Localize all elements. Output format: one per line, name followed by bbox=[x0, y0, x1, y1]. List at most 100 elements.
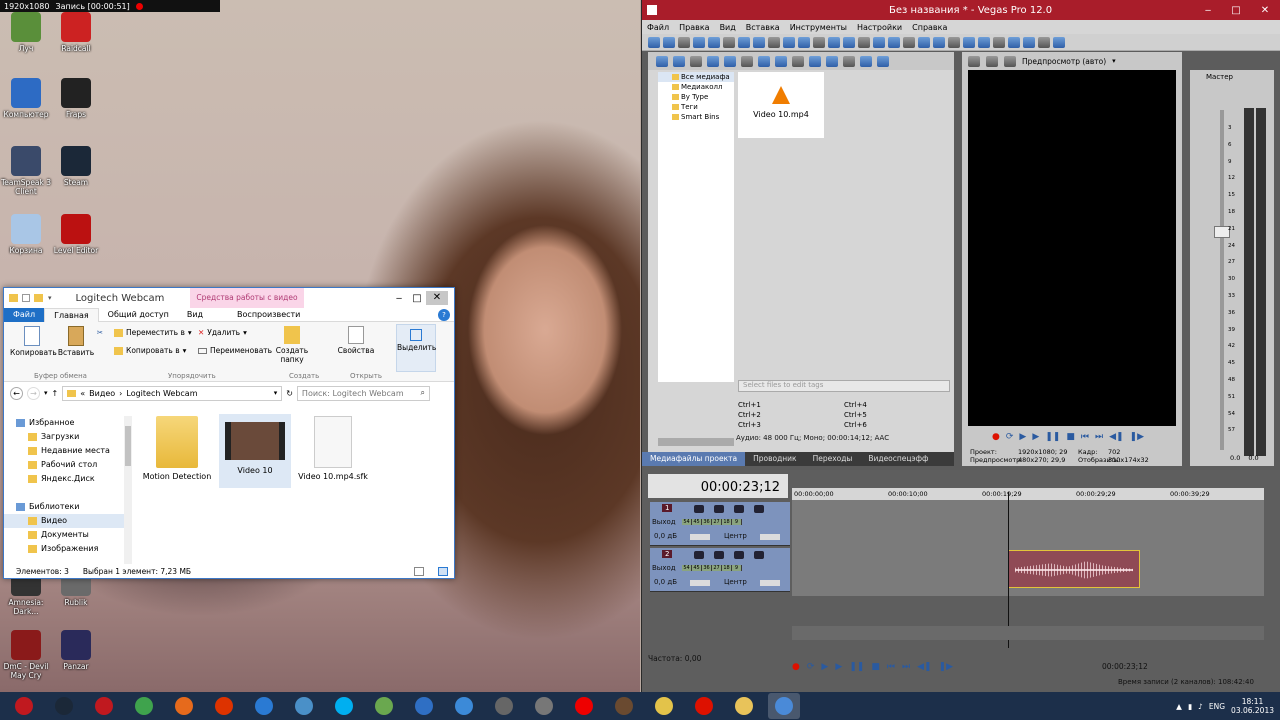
paste-button[interactable]: Вставить bbox=[56, 326, 96, 357]
desktop-icon[interactable]: Луч bbox=[0, 12, 52, 53]
desktop-icon[interactable]: Level Editor bbox=[50, 214, 102, 255]
help-icon[interactable]: ? bbox=[438, 308, 450, 321]
fx-icon[interactable] bbox=[734, 551, 744, 559]
track-pan-value[interactable]: Центр bbox=[724, 578, 747, 586]
media-tree-item[interactable]: Все медиафа bbox=[658, 72, 734, 82]
nav-item[interactable]: Загрузки bbox=[4, 430, 132, 444]
select-button[interactable]: Выделить bbox=[396, 324, 436, 372]
overlays-icon[interactable] bbox=[1004, 55, 1016, 67]
solo-icon[interactable] bbox=[714, 505, 724, 513]
main-tool-icon[interactable] bbox=[1038, 36, 1050, 48]
menu-help[interactable]: Справка bbox=[907, 23, 952, 32]
taskbar-app[interactable] bbox=[168, 693, 200, 719]
shortcut-key[interactable]: Ctrl+6 bbox=[844, 420, 950, 430]
explorer-window[interactable]: ▾ Logitech Webcam Средства работы с виде… bbox=[3, 287, 455, 579]
taskbar-app[interactable] bbox=[48, 693, 80, 719]
menu-view[interactable]: Вид bbox=[715, 23, 741, 32]
taskbar-app[interactable] bbox=[208, 693, 240, 719]
main-tool-icon[interactable] bbox=[978, 36, 990, 48]
main-tool-icon[interactable] bbox=[858, 36, 870, 48]
media-tool-icon[interactable] bbox=[809, 55, 821, 67]
taskbar-app[interactable] bbox=[768, 693, 800, 719]
media-tool-icon[interactable] bbox=[792, 55, 804, 67]
minimize-icon[interactable]: ‒ bbox=[1194, 5, 1222, 16]
forward-icon[interactable]: → bbox=[27, 386, 40, 400]
taskbar-app[interactable] bbox=[408, 693, 440, 719]
file-item-selected[interactable]: Video 10 bbox=[219, 414, 291, 488]
media-file-item[interactable]: Video 10.mp4 bbox=[738, 72, 824, 138]
mute-icon[interactable] bbox=[694, 505, 704, 513]
tray-arrow-icon[interactable]: ▲ bbox=[1176, 702, 1182, 711]
chevron-down-icon[interactable]: ▾ bbox=[48, 294, 52, 302]
menu-edit[interactable]: Правка bbox=[674, 23, 714, 32]
taskbar-app[interactable] bbox=[648, 693, 680, 719]
nav-item[interactable]: Рабочий стол bbox=[4, 458, 132, 472]
tab-transitions[interactable]: Переходы bbox=[805, 452, 861, 466]
pause-icon[interactable]: ❚❚ bbox=[849, 662, 864, 672]
media-tool-icon[interactable] bbox=[775, 55, 787, 67]
next-frame-icon[interactable]: ❚▶ bbox=[1130, 432, 1144, 442]
desktop-icon[interactable]: Fraps bbox=[50, 78, 102, 119]
main-tool-icon[interactable] bbox=[828, 36, 840, 48]
track-pan-value[interactable]: Центр bbox=[724, 532, 747, 540]
close-icon[interactable]: ✕ bbox=[426, 291, 448, 305]
taskbar-app[interactable] bbox=[688, 693, 720, 719]
file-item[interactable]: Video 10.mp4.sfk bbox=[297, 416, 369, 481]
crumb-video[interactable]: Видео bbox=[89, 389, 115, 398]
shortcut-key[interactable]: Ctrl+4 bbox=[844, 400, 950, 410]
main-tool-icon[interactable] bbox=[933, 36, 945, 48]
clock[interactable]: 18:11 03.06.2013 bbox=[1231, 697, 1274, 715]
shortcut-key[interactable]: Ctrl+1 bbox=[738, 400, 844, 410]
main-tool-icon[interactable] bbox=[963, 36, 975, 48]
automation-icon[interactable] bbox=[754, 505, 764, 513]
media-tool-icon[interactable] bbox=[843, 55, 855, 67]
tab-video-fx[interactable]: Видеоспецэфф bbox=[860, 452, 936, 466]
main-tool-icon[interactable] bbox=[1053, 36, 1065, 48]
vegas-window[interactable]: Без названия * - Vegas Pro 12.0 ‒ □ ✕ Фа… bbox=[641, 0, 1280, 692]
taskbar-app[interactable] bbox=[488, 693, 520, 719]
volume-slider[interactable] bbox=[690, 580, 710, 586]
properties-button[interactable]: Свойства bbox=[336, 326, 376, 355]
main-tool-icon[interactable] bbox=[738, 36, 750, 48]
vegas-titlebar[interactable]: Без названия * - Vegas Pro 12.0 ‒ □ ✕ bbox=[642, 0, 1280, 20]
close-icon[interactable]: ✕ bbox=[1250, 5, 1280, 16]
prev-frame-icon[interactable]: ◀❚ bbox=[1109, 432, 1123, 442]
loop-icon[interactable]: ⟳ bbox=[807, 662, 815, 672]
address-box[interactable]: « Видео › Logitech Webcam ▾ bbox=[62, 385, 283, 401]
main-tool-icon[interactable] bbox=[1008, 36, 1020, 48]
main-tool-icon[interactable] bbox=[948, 36, 960, 48]
pan-slider[interactable] bbox=[760, 534, 780, 540]
main-tool-icon[interactable] bbox=[663, 36, 675, 48]
pan-slider[interactable] bbox=[760, 580, 780, 586]
cut-icon[interactable]: ✂ bbox=[95, 328, 105, 337]
nav-item[interactable]: Видео bbox=[4, 514, 132, 528]
main-tool-icon[interactable] bbox=[648, 36, 660, 48]
search-input[interactable]: Поиск: Logitech Webcam ⌕ bbox=[296, 385, 430, 401]
media-tool-icon[interactable] bbox=[690, 55, 702, 67]
tag-input[interactable]: Select files to edit tags bbox=[738, 380, 950, 392]
track-volume-value[interactable]: 0,0 дБ bbox=[654, 532, 677, 540]
tab-explorer[interactable]: Проводник bbox=[745, 452, 805, 466]
playhead-cursor[interactable] bbox=[1008, 492, 1009, 648]
main-tool-icon[interactable] bbox=[843, 36, 855, 48]
desktop-icon[interactable]: Panzar bbox=[50, 630, 102, 671]
taskbar-app[interactable] bbox=[728, 693, 760, 719]
nav-item[interactable]: Яндекс.Диск bbox=[4, 472, 132, 486]
desktop-icon[interactable]: DmC - Devil May Cry bbox=[0, 630, 52, 680]
media-tool-icon[interactable] bbox=[826, 55, 838, 67]
menu-options[interactable]: Настройки bbox=[852, 23, 907, 32]
language-indicator[interactable]: ENG bbox=[1209, 702, 1225, 711]
main-tool-icon[interactable] bbox=[918, 36, 930, 48]
shortcut-key[interactable]: Ctrl+5 bbox=[844, 410, 950, 420]
tab-file[interactable]: Файл bbox=[4, 307, 45, 322]
volume-slider[interactable] bbox=[690, 534, 710, 540]
nav-item[interactable]: Изображения bbox=[4, 542, 132, 556]
tab-share[interactable]: Общий доступ bbox=[99, 308, 178, 322]
copy-button[interactable]: Копировать bbox=[10, 326, 57, 357]
mute-icon[interactable] bbox=[694, 551, 704, 559]
main-tool-icon[interactable] bbox=[873, 36, 885, 48]
solo-icon[interactable] bbox=[714, 551, 724, 559]
main-tool-icon[interactable] bbox=[993, 36, 1005, 48]
large-icons-view-icon[interactable] bbox=[438, 566, 448, 576]
properties-icon[interactable] bbox=[22, 294, 30, 302]
